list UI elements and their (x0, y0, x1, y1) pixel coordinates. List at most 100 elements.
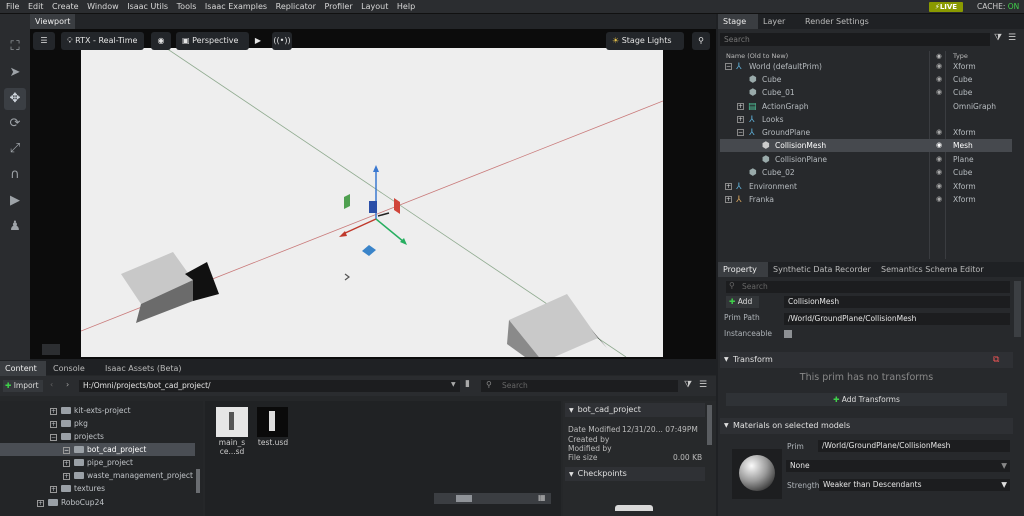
stage-row-groundplane[interactable]: − ⅄ GroundPlane ◉ Xform (720, 126, 1012, 139)
expand-icon[interactable]: + (63, 460, 70, 467)
prim-path-field[interactable]: /World/GroundPlane/CollisionMesh (784, 313, 1010, 325)
eye-icon[interactable]: ◉ (936, 126, 942, 139)
pin-button[interactable]: ⚲ (692, 32, 710, 50)
tree-item-bot-cad-project[interactable]: − bot_cad_project (0, 443, 195, 456)
tree-item-textures[interactable]: + textures (0, 482, 200, 495)
tab-content[interactable]: Content (0, 361, 46, 376)
menu-edit[interactable]: Edit (25, 0, 47, 14)
materials-section-header[interactable]: ▼ Materials on selected models (720, 418, 1013, 434)
gizmo-x-arrow[interactable] (339, 231, 347, 237)
stage-row-cube-02[interactable]: ⬢ Cube_02 ◉ Cube (720, 166, 1012, 179)
menu-layout[interactable]: Layout (358, 0, 391, 14)
path-field[interactable]: H:/Omni/projects/bot_cad_project/ (79, 380, 460, 392)
hamburger-icon[interactable]: ☰ (699, 380, 707, 390)
expand-icon[interactable]: + (50, 408, 57, 415)
select-tool-button[interactable]: ➤ (4, 62, 26, 84)
forward-arrow-icon[interactable]: › (66, 380, 69, 389)
tree-item-pipe-project[interactable]: + pipe_project (0, 456, 200, 469)
collapse-icon[interactable]: − (50, 434, 57, 441)
stage-row-world[interactable]: − ⅄ World (defaultPrim) ◉ Xform (720, 60, 1012, 73)
file-label[interactable]: test.usd (251, 438, 295, 447)
filter-icon[interactable]: ⧩ (994, 33, 1002, 43)
gizmo-plane-red[interactable] (394, 198, 400, 214)
tab-synthetic-data-recorder[interactable]: Synthetic Data Recorder (768, 262, 876, 277)
menu-isaac-utils[interactable]: Isaac Utils (124, 0, 171, 14)
import-button[interactable]: ✚ Import (3, 380, 43, 392)
expand-icon[interactable]: + (63, 473, 70, 480)
gizmo-z-axis[interactable] (375, 218, 405, 243)
eye-icon[interactable]: ◉ (936, 139, 942, 152)
slider-handle[interactable] (456, 495, 472, 502)
rotate-tool-button[interactable]: ⟳ (4, 113, 26, 135)
snap-tool-button[interactable]: ∩ (4, 164, 26, 186)
thumbnail-size-slider[interactable]: ▦ (434, 493, 551, 504)
expand-icon[interactable]: + (725, 183, 732, 190)
property-search-input[interactable]: Search (726, 281, 1010, 293)
add-button[interactable]: ✚ Add (726, 296, 759, 308)
tree-scrollbar[interactable] (196, 469, 200, 493)
gizmo-y-arrow[interactable] (373, 165, 379, 172)
expand-icon[interactable]: + (725, 196, 732, 203)
gizmo-plane-green[interactable] (344, 194, 350, 209)
tab-property[interactable]: Property (718, 262, 768, 277)
stage-row-actiongraph[interactable]: + ▤ ActionGraph OmniGraph (720, 100, 1012, 113)
grid-view-icon[interactable]: ▦ (538, 493, 546, 502)
stage-search-input[interactable]: Search (720, 33, 990, 46)
stage-row-looks[interactable]: + ⅄ Looks (720, 113, 1012, 126)
tree-item-robocup24[interactable]: + RoboCup24 (0, 496, 200, 509)
menu-profiler[interactable]: Profiler (321, 0, 355, 14)
prim-name-field[interactable]: CollisionMesh (784, 296, 1010, 308)
transform-section-header[interactable]: ▼ Transform ⧉ (720, 352, 1013, 368)
stage-row-collisionplane[interactable]: ⬢ CollisionPlane ◉ Plane (720, 153, 1012, 166)
tree-item-kit-exts-project[interactable]: + kit-exts-project (0, 404, 200, 417)
tab-console[interactable]: Console (48, 361, 90, 376)
move-tool-button[interactable]: ✥ (4, 88, 26, 110)
eye-icon[interactable]: ◉ (936, 166, 942, 179)
stage-row-franka[interactable]: + ⅄ Franka ◉ Xform (720, 193, 1012, 206)
tab-viewport[interactable]: Viewport (30, 14, 76, 29)
eye-icon[interactable]: ◉ (936, 86, 942, 99)
eye-icon[interactable]: ◉ (936, 60, 942, 73)
stage-row-cube[interactable]: ⬢ Cube ◉ Cube (720, 73, 1012, 86)
tab-isaac-assets[interactable]: Isaac Assets (Beta) (100, 361, 187, 376)
file-label[interactable]: main_s ce...sd (209, 438, 255, 456)
gizmo-center[interactable] (369, 201, 377, 213)
checkpoints-header[interactable]: ▼ Checkpoints (565, 467, 705, 481)
tab-stage[interactable]: Stage (718, 14, 758, 29)
renderer-button[interactable]: 💡︎ RTX - Real-Time (61, 32, 144, 50)
content-search-input[interactable]: Search (481, 380, 678, 392)
stage-row-cube-01[interactable]: ⬢ Cube_01 ◉ Cube (720, 86, 1012, 99)
play-button[interactable]: ▶ (4, 190, 26, 212)
menu-replicator[interactable]: Replicator (273, 0, 319, 14)
filter-icon[interactable]: ⧩ (684, 380, 692, 390)
expand-icon[interactable]: + (37, 500, 44, 507)
stage-lights-button[interactable]: ☀ Stage Lights (606, 32, 684, 50)
property-scrollbar[interactable] (1014, 281, 1021, 337)
file-thumbnail-test-usd[interactable] (257, 407, 288, 437)
menu-create[interactable]: Create (49, 0, 82, 14)
expand-icon[interactable]: + (737, 116, 744, 123)
collapse-icon[interactable]: − (725, 63, 732, 70)
strength-select[interactable]: Weaker than Descendants ▼ (819, 479, 1010, 491)
tab-layer[interactable]: Layer (758, 14, 790, 29)
menu-tools[interactable]: Tools (174, 0, 200, 14)
back-arrow-icon[interactable]: ‹ (50, 380, 53, 389)
tree-item-waste-management-project[interactable]: + waste_management_project (0, 469, 200, 482)
expand-icon[interactable]: + (737, 103, 744, 110)
tab-render-settings[interactable]: Render Settings (800, 14, 874, 29)
details-scrollbar[interactable] (707, 405, 712, 445)
menu-window[interactable]: Window (84, 0, 122, 14)
eye-icon[interactable]: ◉ (936, 180, 942, 193)
frame-select-button[interactable]: ⛶ (4, 36, 26, 58)
scene-canvas[interactable] (80, 47, 664, 359)
viewport-settings-button[interactable]: ☰ (33, 32, 55, 50)
add-transforms-button[interactable]: ✚ Add Transforms (726, 393, 1007, 406)
material-prim-field[interactable]: /World/GroundPlane/CollisionMesh (818, 440, 1010, 452)
bookmark-icon[interactable]: ▮ (465, 379, 470, 389)
visibility-button[interactable]: ◉ (151, 32, 171, 50)
expand-icon[interactable]: + (50, 486, 57, 493)
transform-settings-icon[interactable]: ⧉ (993, 352, 999, 368)
tab-semantics-schema-editor[interactable]: Semantics Schema Editor (876, 262, 989, 277)
tree-item-projects[interactable]: − projects (0, 430, 200, 443)
stage-row-collisionmesh[interactable]: ⬢ CollisionMesh ◉ Mesh (720, 139, 1012, 152)
